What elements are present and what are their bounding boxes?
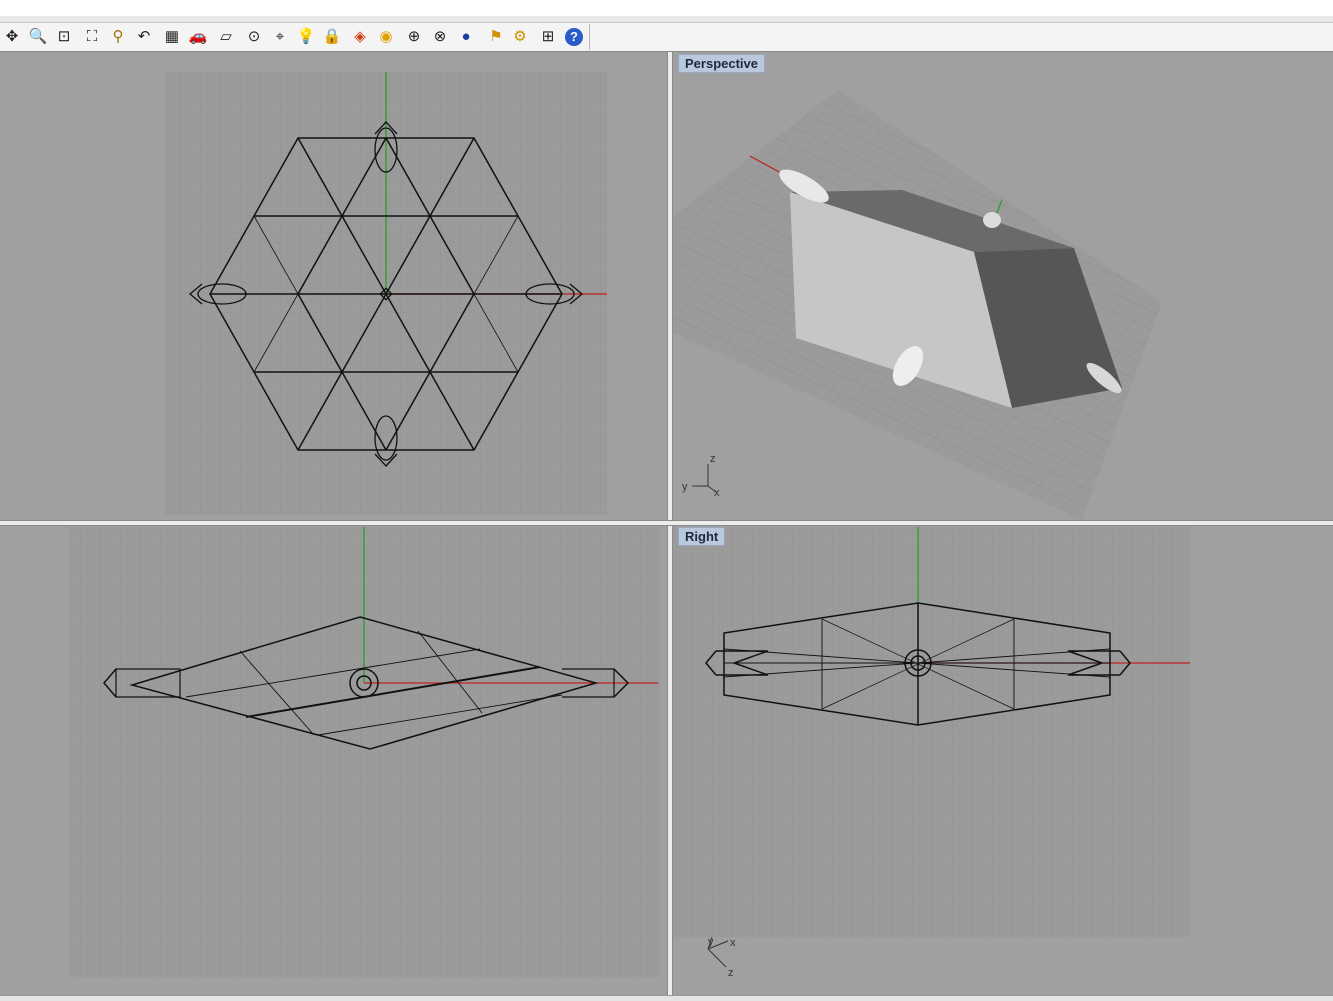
viewport-splitter-vertical[interactable] bbox=[667, 52, 673, 1000]
zoom-extents-icon: ⛶ bbox=[86, 28, 98, 45]
menu-strip bbox=[0, 16, 1333, 23]
toolbar-group: ✥ 🔍 ⊡ ⛶ ⚲ ↶ ▦ 🚗 ▱ ⊙ ⌖ 💡 🔒 ◈ ◉ ⊕ ⊗ ● ⚑ ⚙ ⊞? bbox=[0, 24, 590, 50]
axis-gizmo bbox=[692, 464, 717, 493]
plane-grid-icon: ▱ bbox=[220, 28, 232, 45]
light-bulb-button[interactable]: 💡 bbox=[294, 25, 318, 49]
help-icon: ? bbox=[565, 28, 583, 46]
gear-icon: ⚙ bbox=[513, 28, 527, 45]
osnap-icon: ⌖ bbox=[275, 28, 285, 45]
axis-z-label: z bbox=[728, 967, 734, 979]
plane-grid-button[interactable]: ▱ bbox=[214, 25, 238, 49]
color-wheel-button[interactable]: ◉ bbox=[374, 25, 398, 49]
osnap-button[interactable]: ⌖ bbox=[268, 25, 292, 49]
lock-button[interactable]: 🔒 bbox=[320, 25, 344, 49]
wireframe-sphere-button[interactable]: ⊕ bbox=[402, 25, 426, 49]
mesh-sphere-button[interactable]: ⊗ bbox=[428, 25, 452, 49]
grid-lines bbox=[70, 527, 660, 977]
zoom-window-icon: ⊡ bbox=[57, 28, 71, 45]
color-wheel-icon: ◉ bbox=[379, 28, 393, 45]
car-button[interactable]: 🚗 bbox=[186, 25, 210, 49]
pan-button[interactable]: ✥ bbox=[0, 25, 24, 49]
viewport-label-right[interactable]: Right bbox=[678, 527, 726, 546]
right-view-scene: y x z bbox=[672, 527, 1190, 979]
grid-lines bbox=[672, 527, 1190, 937]
zoom-selected-button[interactable]: ⚲ bbox=[106, 25, 130, 49]
four-viewports-button[interactable]: ▦ bbox=[160, 25, 184, 49]
status-bar bbox=[0, 995, 1333, 1001]
layer-icon: ◈ bbox=[354, 28, 366, 45]
network-icon: ⊞ bbox=[541, 28, 555, 45]
mesh-sphere-icon: ⊗ bbox=[433, 28, 447, 45]
render-sphere-button[interactable]: ● bbox=[454, 25, 478, 49]
axis-z-label: z bbox=[710, 453, 716, 465]
render-sphere-icon: ● bbox=[461, 28, 471, 45]
wireframe-sphere-icon: ⊕ bbox=[407, 28, 421, 45]
front-view-scene bbox=[70, 527, 660, 977]
network-button[interactable]: ⊞ bbox=[536, 25, 560, 49]
top-view-scene bbox=[165, 72, 607, 515]
axis-x-label: x bbox=[714, 487, 720, 499]
undo-view-icon: ↶ bbox=[137, 28, 151, 45]
pan-icon: ✥ bbox=[5, 28, 19, 45]
viewport-front[interactable] bbox=[0, 525, 667, 995]
axis-x-label: x bbox=[730, 937, 736, 949]
undo-view-button[interactable]: ↶ bbox=[132, 25, 156, 49]
zoom-extents-button[interactable]: ⛶ bbox=[80, 25, 104, 49]
title-bar bbox=[0, 0, 1333, 16]
zoom-selected-icon: ⚲ bbox=[112, 28, 124, 45]
layer-button[interactable]: ◈ bbox=[348, 25, 372, 49]
target-button[interactable]: ⊙ bbox=[242, 25, 266, 49]
viewport-splitter-horizontal[interactable] bbox=[0, 520, 1333, 526]
perspective-scene: z y x bbox=[672, 90, 1162, 520]
viewport-label-perspective[interactable]: Perspective bbox=[678, 54, 765, 73]
flag-icon: ⚑ bbox=[489, 28, 503, 45]
gear-button[interactable]: ⚙ bbox=[508, 25, 532, 49]
viewport-right[interactable]: y x z Right bbox=[672, 525, 1333, 995]
viewport-perspective[interactable]: z y x Perspective bbox=[672, 52, 1333, 520]
target-icon: ⊙ bbox=[247, 28, 261, 45]
four-viewports-icon: ▦ bbox=[164, 28, 180, 45]
help-button[interactable]: ? bbox=[562, 25, 586, 49]
lock-icon: 🔒 bbox=[322, 28, 342, 45]
viewport-top[interactable] bbox=[0, 52, 667, 520]
zoom-window-button[interactable]: ⊡ bbox=[52, 25, 76, 49]
car-icon: 🚗 bbox=[188, 28, 208, 45]
axis-y-label: y bbox=[708, 936, 714, 948]
zoom-dynamic-button[interactable]: 🔍 bbox=[26, 25, 50, 49]
standard-toolbar: ✥ 🔍 ⊡ ⛶ ⚲ ↶ ▦ 🚗 ▱ ⊙ ⌖ 💡 🔒 ◈ ◉ ⊕ ⊗ ● ⚑ ⚙ ⊞? bbox=[0, 23, 1333, 52]
flag-button[interactable]: ⚑ bbox=[484, 25, 508, 49]
axis-y-label: y bbox=[682, 481, 688, 493]
zoom-dynamic-icon: 🔍 bbox=[28, 28, 48, 45]
light-bulb-icon: 💡 bbox=[296, 28, 316, 45]
